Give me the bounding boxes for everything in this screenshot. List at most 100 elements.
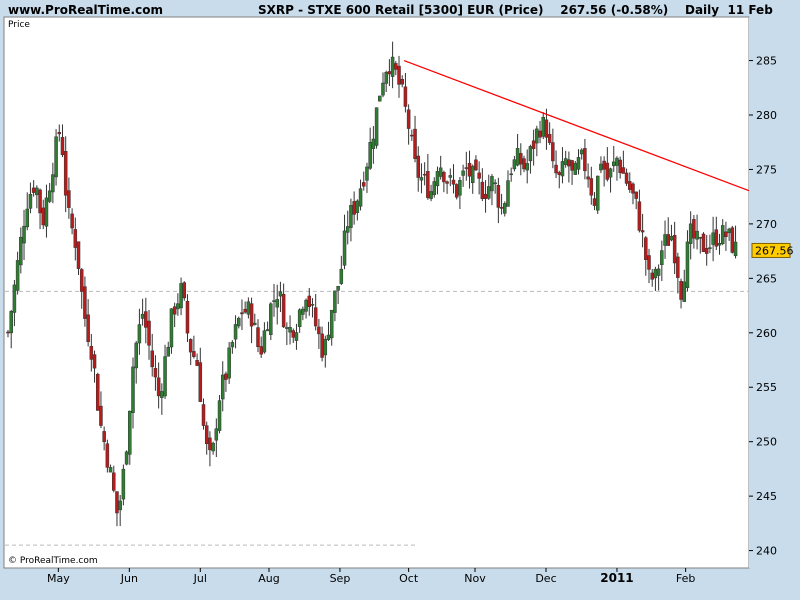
candle-body: [108, 467, 113, 473]
candle-body: [413, 128, 417, 159]
candle-body: [352, 201, 356, 215]
candle-body: [365, 166, 369, 181]
candle-body: [115, 491, 119, 514]
candle-body: [720, 225, 725, 244]
candle-body: [217, 400, 222, 431]
last-price-tag-label: 267.56: [755, 244, 794, 257]
candle-body: [70, 213, 74, 229]
y-tick-label: 260: [756, 327, 777, 340]
candle-body: [618, 159, 622, 174]
candle-body: [230, 342, 235, 348]
candle-body: [368, 142, 372, 169]
candle-body: [381, 82, 385, 96]
candle-body: [695, 230, 699, 240]
x-tick-label: Nov: [464, 572, 486, 585]
y-tick-label: 265: [756, 272, 777, 285]
chart-window: www.ProRealTime.com SXRP - STXE 600 Reta…: [0, 0, 800, 600]
candle-body: [583, 148, 587, 172]
y-tick-label: 255: [756, 381, 777, 394]
x-tick-label: Aug: [258, 572, 279, 585]
candle-body: [124, 451, 129, 465]
candle-body: [105, 443, 110, 468]
candle-body: [685, 241, 690, 289]
candle-body: [329, 309, 334, 339]
y-tick-label: 240: [756, 545, 777, 558]
candle-body: [579, 149, 584, 155]
candle-body: [448, 175, 453, 178]
candle-body: [182, 282, 187, 299]
candle-body: [438, 167, 443, 177]
candle-body: [345, 226, 350, 233]
candle-body: [160, 391, 164, 398]
candle-body: [336, 285, 340, 291]
candle-body: [204, 425, 209, 444]
candle-body: [166, 346, 171, 357]
candle-body: [663, 234, 667, 246]
x-tick-label: Jun: [120, 572, 138, 585]
candle-body: [201, 404, 206, 426]
date-axis: May Jun Jul Aug Sep Oct Nov Dec 2011 Feb: [47, 568, 695, 585]
candle-body: [118, 500, 122, 511]
candle-body: [198, 362, 203, 402]
x-tick-label: Oct: [399, 572, 419, 585]
candle-body: [307, 295, 312, 308]
candle-body: [297, 309, 302, 327]
candle-body: [317, 326, 321, 335]
candle-body: [669, 236, 674, 241]
candle-body: [89, 346, 94, 360]
panel-label: Price: [8, 20, 30, 30]
candle-body: [121, 468, 126, 500]
candle-body: [83, 286, 87, 319]
candle-body: [144, 311, 148, 328]
last-price-tag: 267.56: [751, 242, 794, 258]
candle-body: [435, 171, 440, 187]
candle-body: [531, 140, 536, 149]
candle-body: [188, 339, 193, 353]
candle-body: [640, 230, 645, 233]
y-tick-label: 245: [756, 490, 777, 503]
candle-body: [278, 291, 283, 297]
candle-body: [422, 173, 427, 176]
y-tick-label: 280: [756, 109, 777, 122]
candle-body: [195, 360, 199, 366]
candle-body: [76, 241, 81, 269]
candle-body: [137, 324, 142, 344]
candle-body: [384, 72, 388, 84]
candle-body: [147, 320, 151, 346]
candle-body: [349, 205, 353, 228]
candle-body: [176, 303, 180, 310]
candle-body: [503, 203, 507, 214]
candle-body: [131, 366, 135, 413]
candle-body: [682, 281, 687, 302]
candle-body: [519, 153, 523, 165]
candle-body: [192, 351, 196, 357]
candle-body: [112, 472, 116, 491]
x-tick-label: May: [47, 572, 70, 585]
candle-body: [714, 229, 719, 247]
candle-body: [416, 155, 420, 178]
candle-body: [660, 250, 664, 265]
candle-body: [461, 170, 465, 176]
candle-body: [688, 223, 693, 244]
candle-body: [326, 334, 331, 341]
y-tick-label: 285: [756, 55, 777, 68]
candle-body: [243, 308, 247, 313]
candle-body: [333, 290, 337, 313]
candle-body: [25, 208, 29, 228]
candle-body: [99, 405, 103, 426]
candle-body: [602, 160, 606, 170]
candle-body: [179, 283, 183, 309]
candle-body: [304, 299, 308, 312]
candle-body: [480, 181, 485, 199]
y-tick-label: 270: [756, 218, 777, 231]
candle-body: [320, 333, 324, 358]
candle-body: [51, 174, 55, 193]
candle-body: [214, 428, 219, 441]
candle-body: [595, 175, 600, 211]
candle-body: [67, 190, 71, 208]
y-tick-label: 250: [756, 436, 777, 449]
candle-body: [624, 172, 629, 184]
candle-body: [150, 350, 154, 368]
candle-body: [169, 308, 174, 348]
candle-body: [647, 255, 651, 270]
